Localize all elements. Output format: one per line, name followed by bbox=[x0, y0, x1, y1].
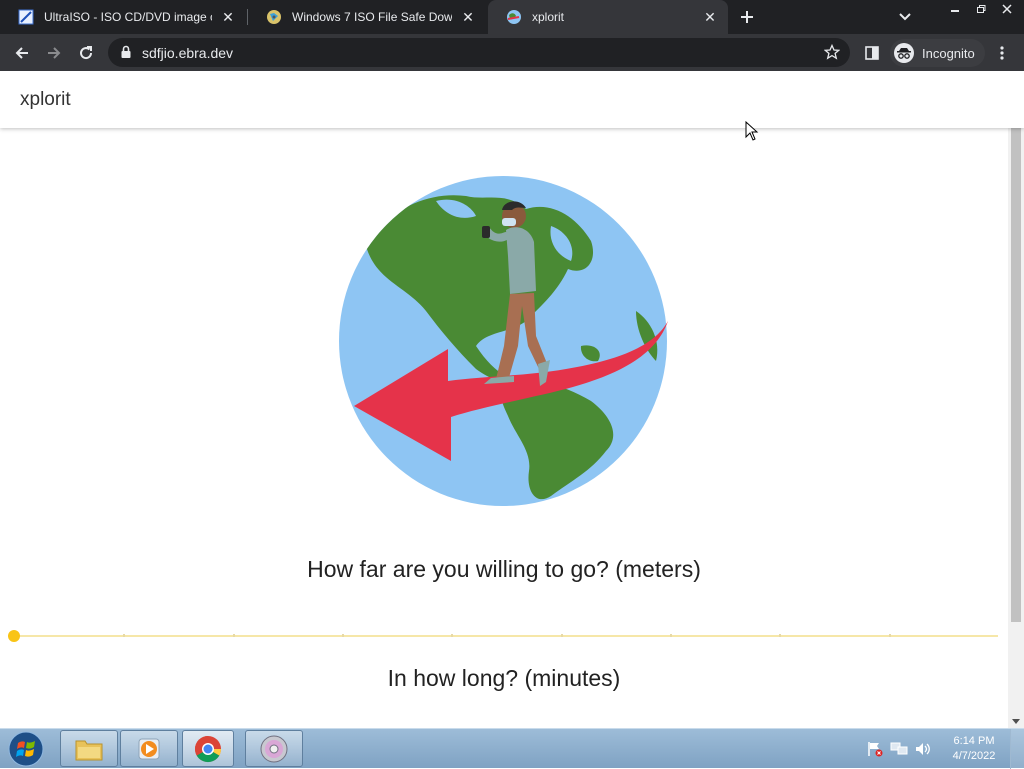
slider-tick bbox=[889, 634, 891, 637]
minimize-icon[interactable] bbox=[942, 0, 968, 18]
side-panel-icon[interactable] bbox=[860, 41, 884, 65]
address-bar[interactable]: sdfjio.ebra.dev bbox=[108, 38, 850, 67]
bookmark-star-icon[interactable] bbox=[824, 44, 840, 60]
app-header: xplorit bbox=[0, 71, 1024, 128]
taskbar-explorer-button[interactable] bbox=[60, 730, 118, 767]
slider-tick bbox=[561, 634, 563, 637]
web-page: xplorit How far are you willing to go? ( bbox=[0, 71, 1024, 728]
clock-time: 6:14 PM bbox=[953, 735, 995, 747]
tab-xplorit[interactable]: xplorit ✕ bbox=[488, 0, 728, 34]
tab-strip: UltraISO - ISO CD/DVD image cre ✕ Window… bbox=[0, 0, 1024, 34]
back-arrow-icon[interactable] bbox=[10, 41, 34, 65]
scroll-down-arrow-icon[interactable] bbox=[1011, 716, 1021, 726]
incognito-badge[interactable]: Incognito bbox=[890, 39, 985, 67]
incognito-icon bbox=[894, 43, 914, 63]
disc-icon bbox=[260, 735, 288, 762]
tab-ultraiso[interactable]: UltraISO - ISO CD/DVD image cre ✕ bbox=[0, 0, 246, 34]
url-text[interactable]: sdfjio.ebra.dev bbox=[142, 45, 233, 61]
start-button[interactable] bbox=[6, 731, 46, 767]
show-desktop-button[interactable] bbox=[1010, 729, 1024, 769]
tab-title: UltraISO - ISO CD/DVD image cre bbox=[44, 10, 212, 24]
slider-thumb[interactable] bbox=[8, 630, 20, 642]
slider-track[interactable] bbox=[14, 635, 998, 637]
close-tab-icon[interactable]: ✕ bbox=[702, 9, 718, 25]
restore-icon[interactable] bbox=[968, 0, 994, 18]
chrome-icon bbox=[194, 735, 222, 762]
media-player-icon bbox=[138, 738, 160, 759]
slider-tick bbox=[779, 634, 781, 637]
close-tab-icon[interactable]: ✕ bbox=[220, 9, 236, 25]
chevron-down-icon[interactable] bbox=[895, 7, 915, 27]
ultraiso-icon bbox=[18, 9, 34, 25]
globe-favicon bbox=[507, 10, 521, 24]
reload-icon[interactable] bbox=[74, 41, 98, 65]
kebab-menu-icon[interactable] bbox=[990, 41, 1014, 65]
page-scrollbar[interactable] bbox=[1008, 128, 1024, 728]
windows-taskbar: 6:14 PM 4/7/2022 bbox=[0, 728, 1024, 769]
network-icon[interactable] bbox=[890, 741, 908, 757]
volume-icon[interactable] bbox=[914, 741, 932, 757]
slider-tick bbox=[233, 634, 235, 637]
slider-tick bbox=[123, 634, 125, 637]
time-question: In how long? (minutes) bbox=[387, 665, 621, 691]
windows-cd-icon bbox=[267, 10, 281, 24]
window-controls bbox=[942, 0, 1020, 18]
new-tab-icon[interactable] bbox=[737, 7, 757, 27]
distance-question: How far are you willing to go? (meters) bbox=[307, 556, 701, 582]
windows-orb-icon bbox=[8, 731, 44, 767]
taskbar-media-player-button[interactable] bbox=[120, 730, 178, 767]
tab-windows7[interactable]: Windows 7 ISO File Safe Downloa ✕ bbox=[248, 0, 486, 34]
taskbar-chrome-button[interactable] bbox=[182, 730, 234, 767]
close-window-icon[interactable] bbox=[994, 0, 1020, 18]
globe-walker-illustration bbox=[339, 176, 668, 506]
lock-icon[interactable] bbox=[120, 45, 132, 59]
clock-date: 4/7/2022 bbox=[952, 750, 996, 762]
distance-slider[interactable] bbox=[8, 626, 998, 646]
slider-tick bbox=[670, 634, 672, 637]
taskbar-ultraiso-button[interactable] bbox=[245, 730, 303, 767]
action-center-flag-icon[interactable] bbox=[867, 741, 883, 757]
folder-icon bbox=[75, 740, 103, 760]
incognito-label: Incognito bbox=[922, 45, 975, 61]
forward-arrow-icon[interactable] bbox=[42, 41, 66, 65]
brand-logo-text[interactable]: xplorit bbox=[20, 89, 71, 111]
close-tab-icon[interactable]: ✕ bbox=[460, 9, 476, 25]
slider-tick bbox=[342, 634, 344, 637]
tab-title: xplorit bbox=[532, 10, 565, 24]
taskbar-clock[interactable]: 6:14 PM 4/7/2022 bbox=[942, 734, 1006, 764]
mouse-cursor-icon bbox=[745, 121, 759, 141]
scrollbar-thumb[interactable] bbox=[1011, 128, 1021, 622]
browser-toolbar: sdfjio.ebra.dev Incognito bbox=[0, 34, 1024, 71]
tab-title: Windows 7 ISO File Safe Downloa bbox=[292, 10, 452, 24]
slider-tick bbox=[451, 634, 453, 637]
